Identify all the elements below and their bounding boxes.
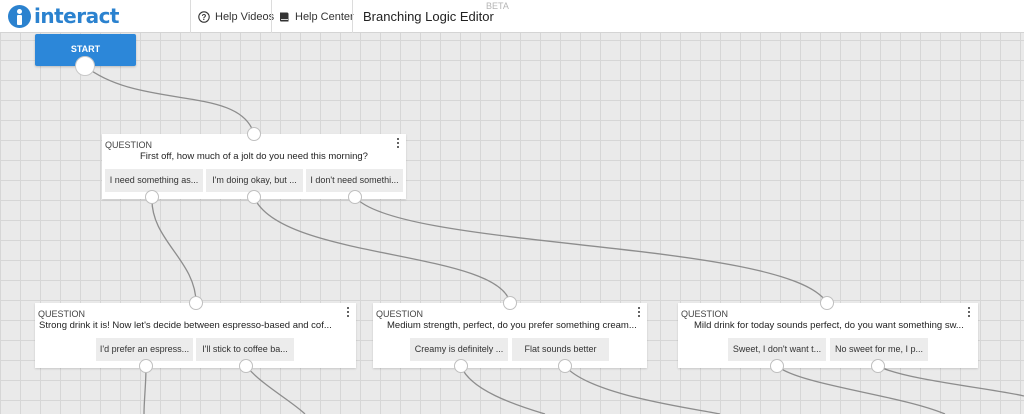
- top-bar: interact ? Help Videos Help Center Branc…: [0, 0, 1024, 33]
- q2-input-handle[interactable]: [189, 296, 203, 310]
- answer-option[interactable]: Creamy is definitely ...: [410, 338, 508, 361]
- connector-q4a2-down: [877, 365, 1024, 397]
- answer-option[interactable]: I'd prefer an espress...: [96, 338, 193, 361]
- answer-option[interactable]: I'm doing okay, but ...: [206, 169, 303, 192]
- kebab-menu-icon[interactable]: [345, 306, 351, 318]
- answer-output-handle[interactable]: [239, 359, 253, 373]
- beta-badge: BETA: [486, 1, 509, 11]
- answer-output-handle[interactable]: [139, 359, 153, 373]
- question-type-label: QUESTION: [681, 309, 729, 319]
- connector-q1a3-q4: [354, 196, 828, 304]
- svg-text:?: ?: [202, 12, 207, 21]
- q1-input-handle[interactable]: [247, 127, 261, 141]
- nav-divider: [271, 0, 272, 33]
- q3-input-handle[interactable]: [503, 296, 517, 310]
- answer-option[interactable]: Sweet, I don't want t...: [728, 338, 826, 361]
- connector-q3a2-down: [564, 365, 721, 414]
- answer-output-handle[interactable]: [454, 359, 468, 373]
- kebab-menu-icon[interactable]: [966, 306, 972, 318]
- answer-output-handle[interactable]: [558, 359, 572, 373]
- connector-start-q1: [84, 65, 255, 135]
- start-output-handle[interactable]: [75, 56, 95, 76]
- question-text: Strong drink it is! Now let's decide bet…: [39, 320, 332, 331]
- answer-option[interactable]: No sweet for me, I p...: [830, 338, 928, 361]
- answer-option[interactable]: I need something as...: [105, 169, 203, 192]
- connector-q1a1-q2: [151, 196, 197, 304]
- question-type-label: QUESTION: [376, 309, 424, 319]
- question-node[interactable]: QUESTION Mild drink for today sounds per…: [678, 303, 978, 368]
- page-title: Branching Logic Editor: [363, 9, 494, 24]
- kebab-menu-icon[interactable]: [395, 137, 401, 149]
- connector-q2a1-down: [143, 365, 147, 414]
- question-text: Mild drink for today sounds perfect, do …: [694, 320, 964, 331]
- kebab-menu-icon[interactable]: [636, 306, 642, 318]
- help-videos-button[interactable]: ? Help Videos: [198, 0, 274, 33]
- answer-output-handle[interactable]: [871, 359, 885, 373]
- question-text: Medium strength, perfect, do you prefer …: [387, 320, 637, 331]
- answer-output-handle[interactable]: [145, 190, 159, 204]
- logo-mark-icon: [8, 4, 31, 28]
- answer-output-handle[interactable]: [770, 359, 784, 373]
- help-center-button[interactable]: Help Center: [278, 0, 354, 33]
- book-icon: [278, 11, 290, 23]
- question-node[interactable]: QUESTION Strong drink it is! Now let's d…: [35, 303, 356, 368]
- question-type-label: QUESTION: [38, 309, 86, 319]
- answer-option[interactable]: I'll stick to coffee ba...: [196, 338, 294, 361]
- answer-option[interactable]: I don't need somethi...: [306, 169, 403, 192]
- connector-q3a1-down: [460, 365, 546, 414]
- help-videos-label: Help Videos: [215, 10, 275, 23]
- logo-text: interact: [34, 4, 120, 28]
- question-type-label: QUESTION: [105, 140, 153, 150]
- help-center-label: Help Center: [295, 10, 354, 23]
- answer-option[interactable]: Flat sounds better: [512, 338, 609, 361]
- nav-divider: [190, 0, 191, 33]
- question-text: First off, how much of a jolt do you nee…: [140, 151, 368, 162]
- question-node[interactable]: QUESTION Medium strength, perfect, do yo…: [373, 303, 647, 368]
- answer-output-handle[interactable]: [348, 190, 362, 204]
- question-circle-icon: ?: [198, 10, 210, 23]
- answer-output-handle[interactable]: [247, 190, 261, 204]
- interact-logo[interactable]: interact: [8, 4, 120, 28]
- connector-q4a1-down: [776, 365, 946, 414]
- nav-divider: [352, 0, 353, 33]
- start-label: START: [70, 44, 101, 54]
- q4-input-handle[interactable]: [820, 296, 834, 310]
- connector-q2a2-down: [245, 365, 306, 414]
